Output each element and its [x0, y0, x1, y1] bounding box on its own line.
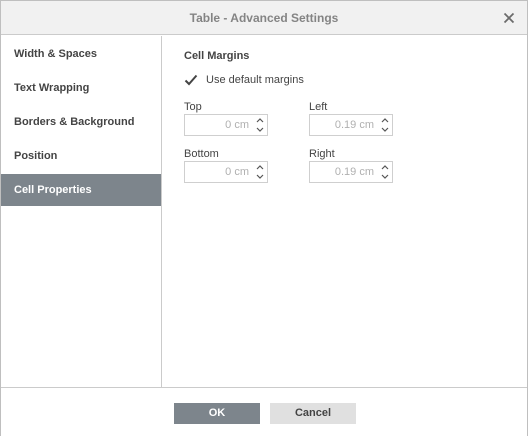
right-margin-input[interactable] — [310, 162, 377, 182]
settings-sidebar: Width & Spaces Text Wrapping Borders & B… — [1, 36, 162, 387]
dialog-titlebar: Table - Advanced Settings — [1, 1, 527, 35]
right-margin-spinner — [309, 161, 393, 183]
right-margin-increment[interactable] — [378, 162, 392, 172]
sidebar-item-text-wrapping[interactable]: Text Wrapping — [1, 72, 161, 104]
chevron-up-icon — [256, 118, 264, 123]
chevron-up-icon — [256, 165, 264, 170]
top-margin-label: Top — [184, 101, 202, 113]
chevron-up-icon — [381, 118, 389, 123]
bottom-margin-input[interactable] — [185, 162, 252, 182]
chevron-down-icon — [381, 127, 389, 132]
chevron-down-icon — [381, 174, 389, 179]
top-margin-increment[interactable] — [253, 115, 267, 125]
close-icon — [503, 12, 515, 24]
cancel-button[interactable]: Cancel — [270, 403, 356, 424]
bottom-margin-increment[interactable] — [253, 162, 267, 172]
left-margin-spinner — [309, 114, 393, 136]
left-margin-label: Left — [309, 101, 328, 113]
top-margin-spinner — [184, 114, 268, 136]
top-margin-decrement[interactable] — [253, 125, 267, 135]
sidebar-item-position[interactable]: Position — [1, 140, 161, 172]
ok-button[interactable]: OK — [174, 403, 260, 424]
chevron-down-icon — [256, 174, 264, 179]
cell-properties-panel: Cell Margins Use default margins Top Lef… — [163, 36, 527, 387]
cell-margins-heading: Cell Margins — [184, 50, 250, 62]
checkmark-icon — [184, 74, 198, 86]
sidebar-item-cell-properties[interactable]: Cell Properties — [1, 174, 161, 206]
chevron-down-icon — [256, 127, 264, 132]
left-margin-increment[interactable] — [378, 115, 392, 125]
right-margin-label: Right — [309, 148, 335, 160]
left-margin-input[interactable] — [310, 115, 377, 135]
dialog-footer: OK Cancel — [1, 387, 527, 437]
advanced-settings-dialog: Table - Advanced Settings Width & Spaces… — [0, 0, 528, 437]
bottom-margin-spinner — [184, 161, 268, 183]
sidebar-item-width-spaces[interactable]: Width & Spaces — [1, 38, 161, 70]
top-margin-input[interactable] — [185, 115, 252, 135]
right-margin-decrement[interactable] — [378, 172, 392, 182]
dialog-title: Table - Advanced Settings — [189, 11, 339, 25]
sidebar-item-borders-background[interactable]: Borders & Background — [1, 106, 161, 138]
left-margin-decrement[interactable] — [378, 125, 392, 135]
use-default-margins-label: Use default margins — [206, 74, 304, 86]
close-button[interactable] — [501, 10, 517, 26]
bottom-margin-label: Bottom — [184, 148, 219, 160]
bottom-margin-decrement[interactable] — [253, 172, 267, 182]
chevron-up-icon — [381, 165, 389, 170]
